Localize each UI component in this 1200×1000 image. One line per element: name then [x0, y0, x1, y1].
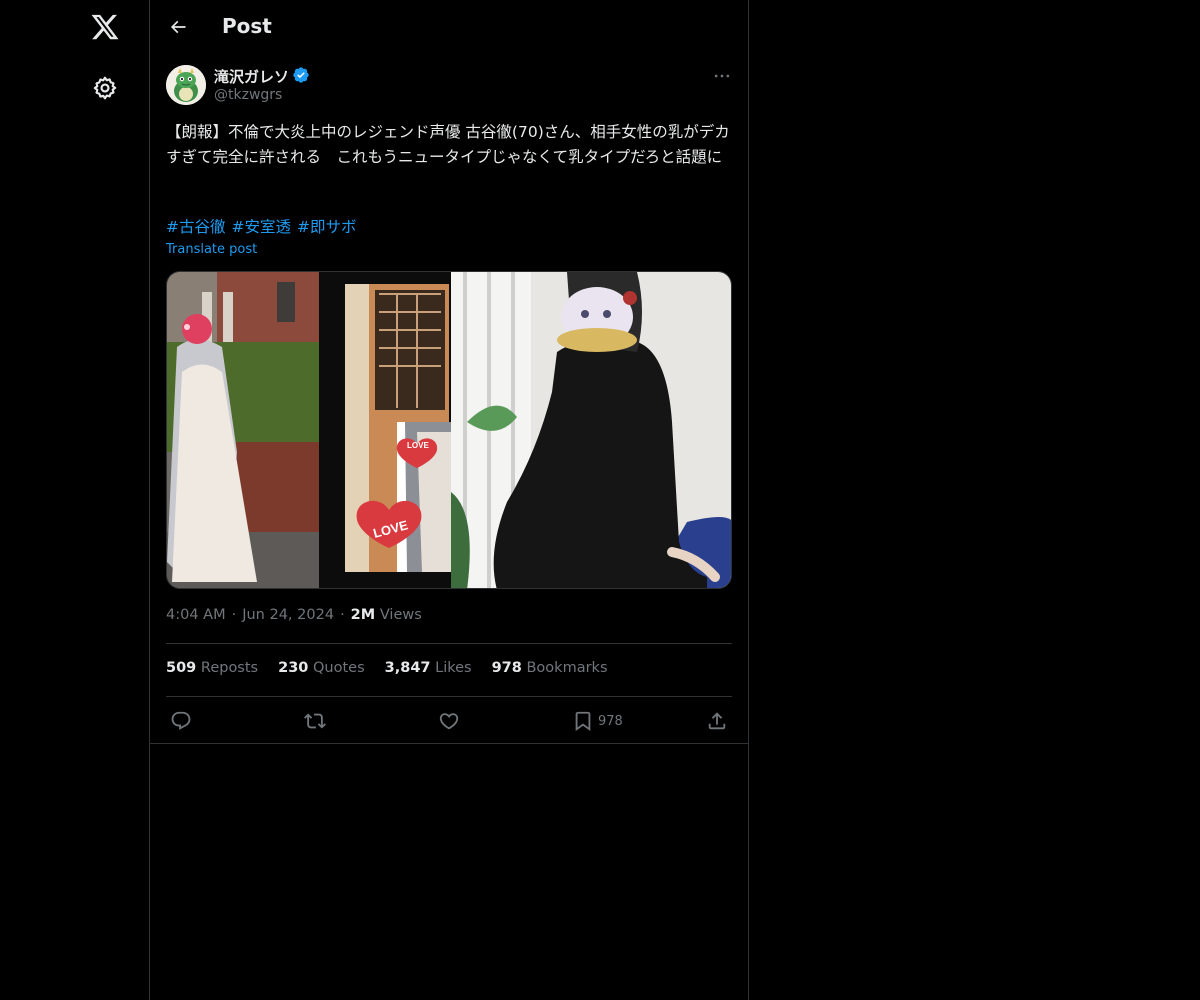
- divider: [166, 643, 732, 644]
- bookmark-icon: [575, 711, 591, 732]
- like-button[interactable]: [438, 709, 460, 733]
- repost-button[interactable]: [304, 709, 326, 733]
- post-time[interactable]: 4:04 AM: [166, 607, 226, 623]
- settings-icon[interactable]: [92, 75, 118, 101]
- post-metadata: 4:04 AM · Jun 24, 2024 · 2M Views: [166, 607, 422, 623]
- separator-dot: ·: [340, 607, 345, 623]
- post-stats: 509 Reposts 230 Quotes 3,847 Likes 978 B…: [166, 660, 608, 676]
- separator-dot: ·: [231, 607, 237, 623]
- likes-count: 3,847: [384, 660, 431, 676]
- avatar[interactable]: [166, 65, 206, 105]
- post-action-bar: 978: [166, 705, 732, 737]
- quotes-label: Quotes: [313, 660, 365, 676]
- hashtag-link[interactable]: #古谷徹: [166, 218, 226, 236]
- bookmark-count: 978: [598, 713, 623, 729]
- reposts-stat[interactable]: 509 Reposts: [166, 660, 258, 676]
- left-navigation: [0, 0, 150, 1000]
- post-author: 滝沢ガレソ @tkzwgrs: [166, 64, 732, 108]
- post-detail-column: Post 滝沢ガレソ @tkzwgrs 【朗報】不倫で大炎上中のレジェンド声優 …: [150, 0, 749, 1000]
- divider: [166, 696, 732, 697]
- likes-label: Likes: [435, 660, 472, 676]
- love-sticker-small: LOVE: [407, 441, 429, 450]
- reply-icon: [171, 711, 191, 730]
- author-name[interactable]: 滝沢ガレソ: [214, 66, 289, 87]
- like-icon: [439, 713, 459, 730]
- repost-icon: [304, 713, 326, 729]
- reposts-label: Reposts: [200, 660, 259, 676]
- bookmarks-count: 978: [491, 660, 522, 676]
- bookmark-button[interactable]: 978: [572, 709, 623, 733]
- share-icon: [708, 712, 726, 730]
- likes-stat[interactable]: 3,847 Likes: [385, 660, 472, 676]
- views-label: Views: [379, 607, 422, 623]
- hashtag-link[interactable]: #安室透: [232, 218, 292, 236]
- post-header: Post: [150, 0, 748, 54]
- back-button[interactable]: [164, 13, 192, 41]
- back-arrow-icon: [170, 20, 186, 34]
- views-count: 2M: [350, 607, 376, 623]
- dragon-avatar-icon: [166, 65, 206, 105]
- more-icon[interactable]: [712, 66, 732, 86]
- page-title: Post: [222, 14, 272, 38]
- divider: [150, 743, 748, 744]
- post-text: 【朗報】不倫で大炎上中のレジェンド声優 古谷徹(70)さん、相手女性の乳がデカす…: [166, 123, 730, 166]
- translate-post-link[interactable]: Translate post: [166, 242, 257, 257]
- bookmarks-stat[interactable]: 978 Bookmarks: [492, 660, 608, 676]
- quotes-count: 230: [278, 660, 309, 676]
- reposts-count: 509: [166, 660, 197, 676]
- bookmarks-label: Bookmarks: [526, 660, 608, 676]
- x-logo-icon[interactable]: [90, 12, 120, 42]
- verified-badge-icon: [293, 67, 309, 83]
- post-media-image[interactable]: LOVE LOVE: [166, 271, 732, 589]
- hashtag-list: #古谷徹 #安室透 #即サボ: [166, 215, 363, 239]
- hashtag-link[interactable]: #即サボ: [297, 218, 357, 236]
- share-button[interactable]: [706, 709, 728, 733]
- author-handle[interactable]: @tkzwgrs: [214, 87, 282, 103]
- quotes-stat[interactable]: 230 Quotes: [278, 660, 365, 676]
- post-date[interactable]: Jun 24, 2024: [242, 607, 334, 623]
- reply-button[interactable]: [170, 709, 192, 733]
